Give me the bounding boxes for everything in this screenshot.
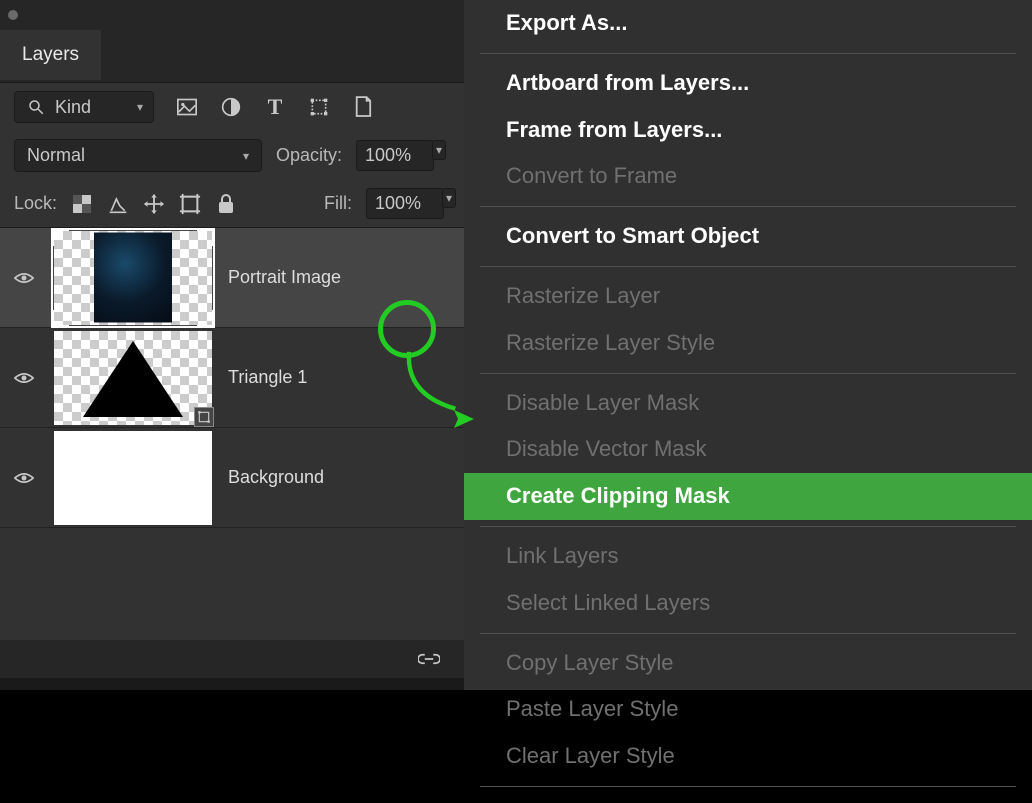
fill-value: 100% — [375, 193, 421, 214]
panel-titlebar[interactable] — [0, 0, 470, 30]
opacity-label: Opacity: — [276, 145, 342, 166]
menu-separator — [480, 373, 1016, 374]
layer-thumbnail[interactable] — [54, 331, 212, 425]
adjustment-layer-icon[interactable] — [220, 96, 242, 118]
menu-separator — [480, 266, 1016, 267]
menu-item: Disable Layer Mask — [464, 380, 1032, 427]
fill-input[interactable]: 100% — [366, 188, 444, 219]
eye-icon — [14, 471, 34, 485]
lock-label: Lock: — [14, 193, 57, 214]
annotation-circle — [378, 300, 436, 358]
chevron-down-icon: ▾ — [137, 100, 143, 114]
visibility-toggle[interactable] — [10, 371, 38, 385]
smart-object-icon[interactable] — [352, 96, 374, 118]
panel-tab-bar: Layers — [0, 30, 470, 82]
menu-item: Clear Layer Style — [464, 733, 1032, 780]
fill-flyout-button[interactable]: ▾ — [442, 188, 456, 208]
type-layer-icon[interactable]: T — [264, 96, 286, 118]
menu-item: Rasterize Layer — [464, 273, 1032, 320]
menu-item: Copy Shape Attributes — [464, 793, 1032, 803]
shape-layer-icon[interactable] — [308, 96, 330, 118]
menu-item: Convert to Frame — [464, 153, 1032, 200]
layer-name-label[interactable]: Background — [228, 467, 324, 488]
menu-separator — [480, 206, 1016, 207]
lock-transparency-icon[interactable] — [71, 193, 93, 215]
eye-icon — [14, 271, 34, 285]
context-menu: Export As... Artboard from Layers...Frame… — [464, 0, 1032, 690]
layer-thumbnail[interactable] — [54, 231, 212, 325]
lock-image-icon[interactable] — [107, 193, 129, 215]
opacity-flyout-button[interactable]: ▾ — [432, 140, 446, 160]
menu-item: Disable Vector Mask — [464, 426, 1032, 473]
lock-artboard-icon[interactable] — [179, 193, 201, 215]
visibility-toggle[interactable] — [10, 271, 38, 285]
layer-filter-select[interactable]: Kind ▾ — [14, 91, 154, 123]
filter-row: Kind ▾ T — [0, 83, 470, 131]
pixel-layer-icon[interactable] — [176, 96, 198, 118]
visibility-toggle[interactable] — [10, 471, 38, 485]
shape-badge-icon — [194, 407, 214, 427]
menu-separator — [480, 526, 1016, 527]
menu-item[interactable]: Frame from Layers... — [464, 107, 1032, 154]
menu-item: Copy Layer Style — [464, 640, 1032, 687]
menu-item[interactable]: Create Clipping Mask — [464, 473, 1032, 520]
chevron-down-icon: ▾ — [243, 149, 249, 163]
layer-thumbnail[interactable] — [54, 431, 212, 525]
opacity-input[interactable]: 100% — [356, 140, 434, 171]
lock-position-icon[interactable] — [143, 193, 165, 215]
lock-fill-row: Lock: Fill: 100% ▾ — [0, 180, 470, 227]
blend-mode-select[interactable]: Normal ▾ — [14, 139, 262, 172]
menu-item[interactable]: Convert to Smart Object — [464, 213, 1032, 260]
blend-opacity-row: Normal ▾ Opacity: 100% ▾ — [0, 131, 470, 180]
layer-name-label[interactable]: Triangle 1 — [228, 367, 307, 388]
menu-separator — [480, 633, 1016, 634]
menu-item: Link Layers — [464, 533, 1032, 580]
search-icon — [25, 96, 47, 118]
opacity-value: 100% — [365, 145, 411, 166]
menu-separator — [480, 53, 1016, 54]
menu-item[interactable]: Export As... — [464, 0, 1032, 47]
panel-footer — [0, 640, 470, 678]
filter-type-icons: T — [176, 96, 374, 118]
menu-item: Rasterize Layer Style — [464, 320, 1032, 367]
close-icon[interactable] — [8, 10, 18, 20]
link-layers-icon[interactable] — [418, 648, 440, 670]
eye-icon — [14, 371, 34, 385]
fill-label: Fill: — [324, 193, 352, 214]
annotation-arrowhead — [452, 408, 474, 430]
blend-mode-value: Normal — [27, 145, 85, 166]
menu-item: Select Linked Layers — [464, 580, 1032, 627]
layer-row[interactable]: Background — [0, 428, 470, 528]
layer-name-label[interactable]: Portrait Image — [228, 267, 341, 288]
menu-item: Paste Layer Style — [464, 686, 1032, 733]
filter-label: Kind — [55, 97, 91, 118]
lock-all-icon[interactable] — [215, 193, 237, 215]
layers-list: Portrait Image Triangle 1 — [0, 228, 470, 528]
menu-item[interactable]: Artboard from Layers... — [464, 60, 1032, 107]
tab-layers[interactable]: Layers — [0, 30, 101, 80]
menu-separator — [480, 786, 1016, 787]
